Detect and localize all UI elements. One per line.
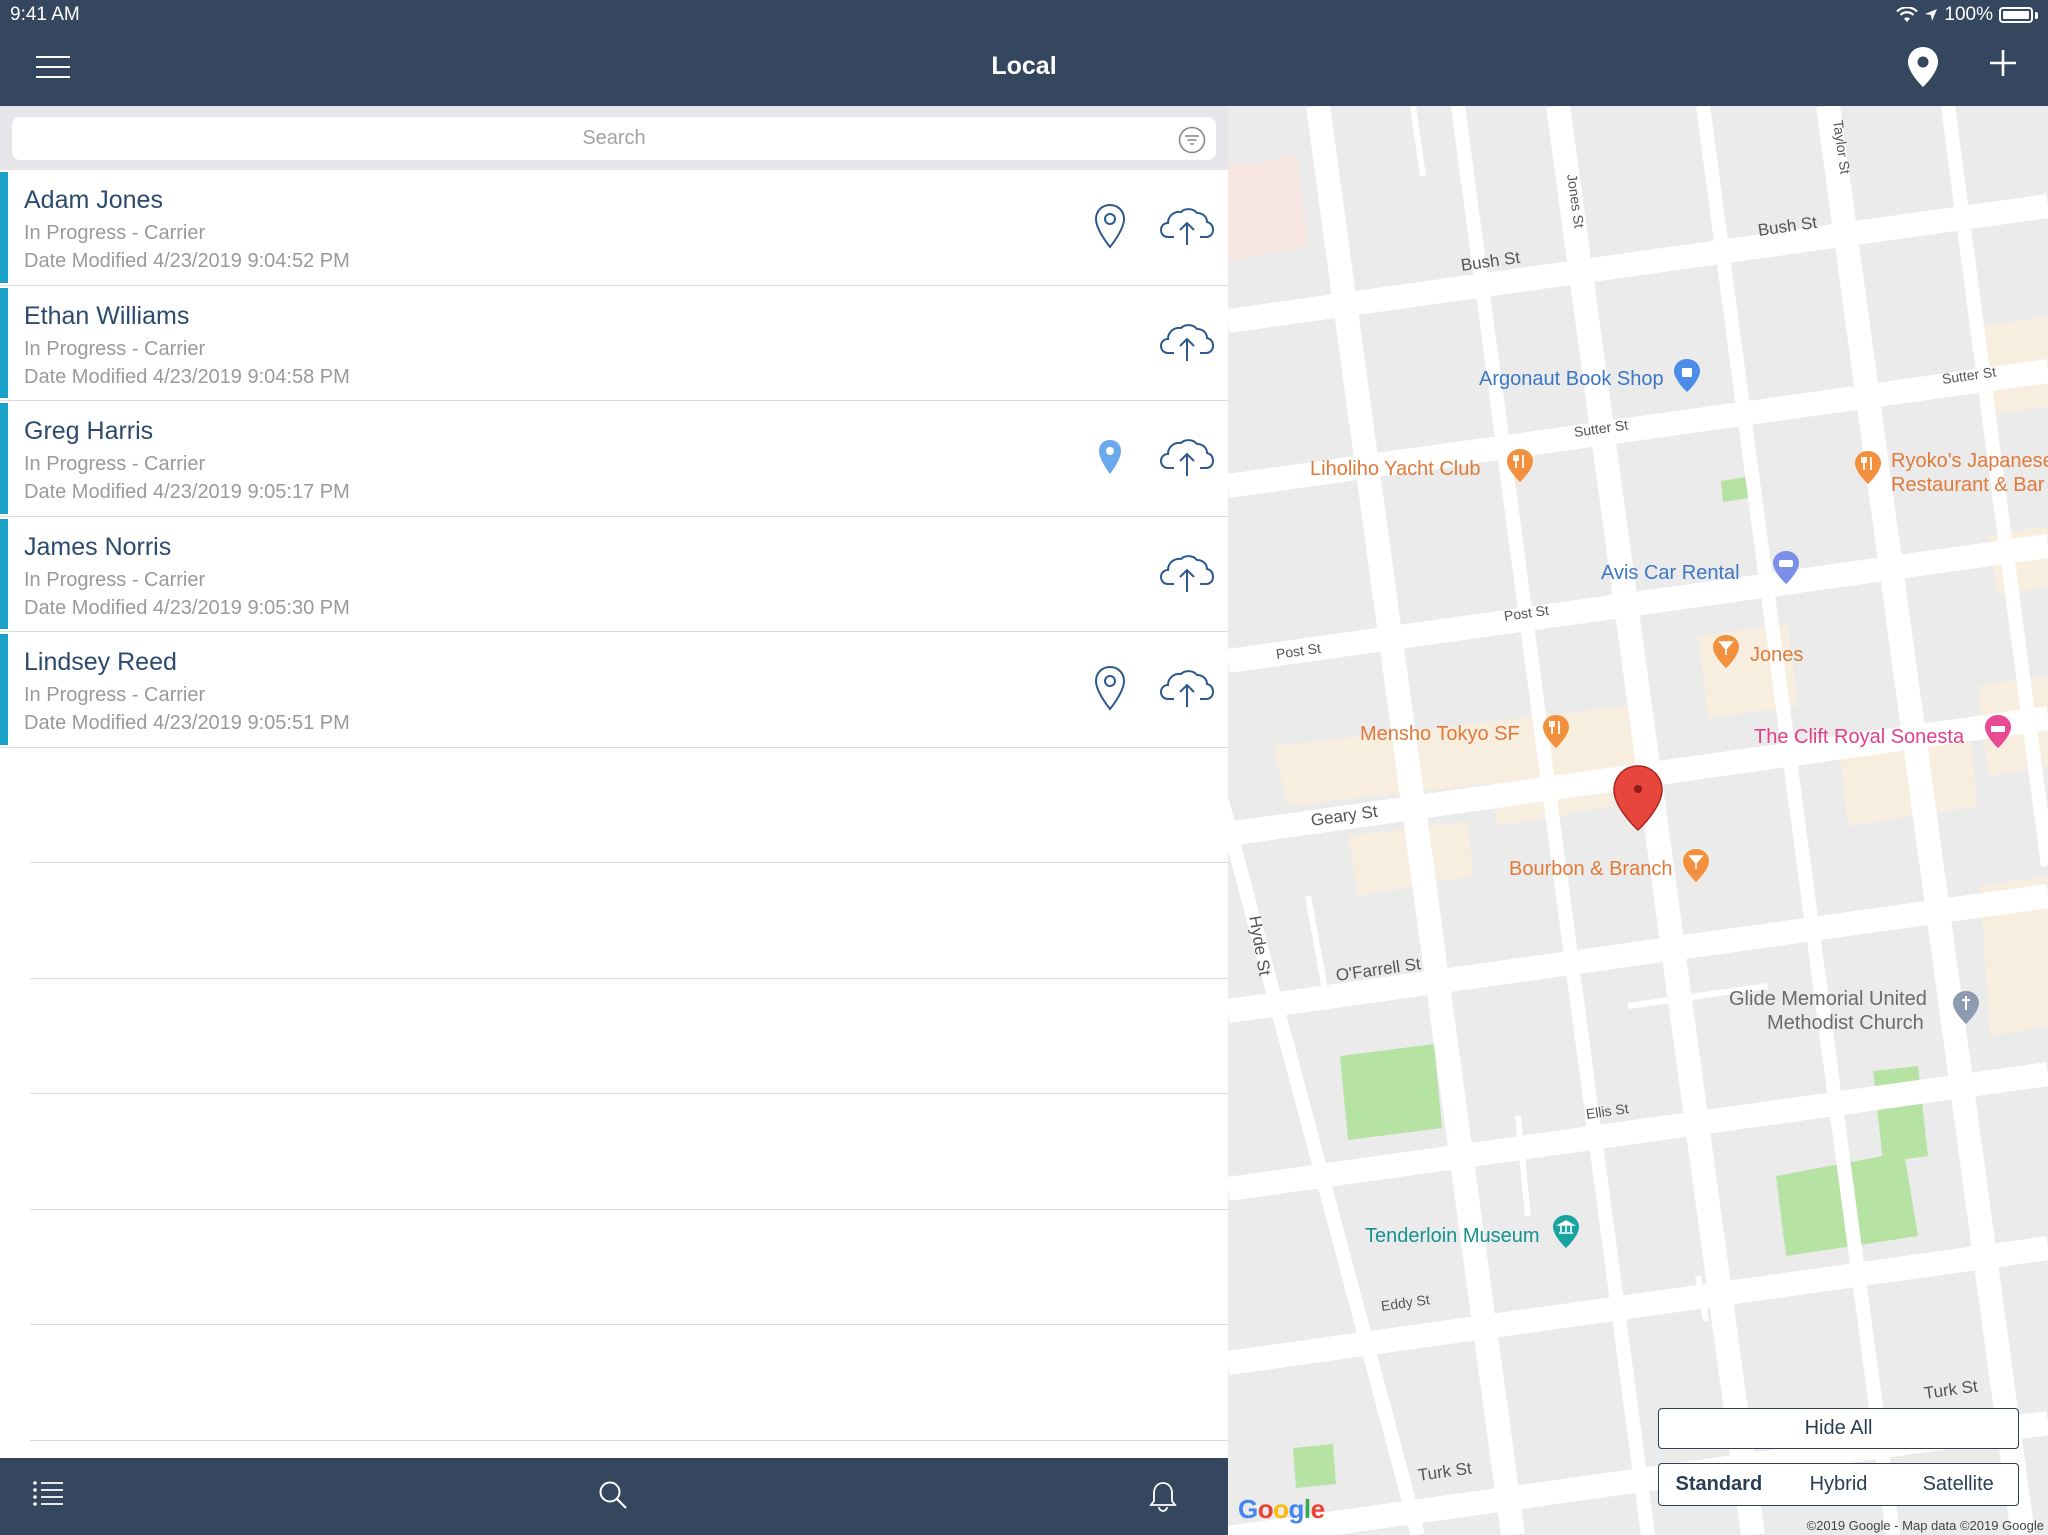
segment-satellite[interactable]: Satellite — [1898, 1464, 2018, 1505]
record-name: Ethan Williams — [24, 301, 190, 330]
restaurant-icon — [1855, 451, 1881, 484]
poi-the-clift-royal-sonesta[interactable]: The Clift Royal Sonesta — [1754, 726, 1964, 749]
record-name: Adam Jones — [24, 186, 163, 214]
status-accent-bar — [0, 518, 8, 629]
poi-jones[interactable]: Jones — [1750, 644, 1803, 667]
battery-percent: 100% — [1944, 4, 1993, 25]
poi-avis-car-rental[interactable]: Avis Car Rental — [1601, 562, 1740, 585]
hide-all-button[interactable]: Hide All — [1658, 1408, 2019, 1449]
poi-glide-line-1[interactable]: Glide Memorial United — [1729, 988, 1927, 1011]
search-field — [12, 117, 1216, 160]
location-pin-outline-icon[interactable] — [1094, 665, 1126, 716]
segment-hybrid[interactable]: Hybrid — [1779, 1464, 1899, 1505]
status-accent-bar — [0, 634, 8, 745]
empty-list-row — [30, 1325, 1228, 1441]
google-logo: Google — [1238, 1494, 1325, 1524]
cloud-upload-icon[interactable] — [1159, 323, 1215, 368]
poi-argonaut-book-shop[interactable]: Argonaut Book Shop — [1479, 368, 1664, 391]
poi-tenderloin-museum[interactable]: Tenderloin Museum — [1365, 1225, 1540, 1248]
shopping-bag-icon — [1674, 359, 1700, 392]
record-date-modified: Date Modified 4/23/2019 9:05:51 PM — [24, 712, 350, 734]
location-pin-outline-icon[interactable] — [1094, 203, 1126, 254]
list-item[interactable]: Ethan Williams In Progress - Carrier Date … — [0, 286, 1228, 401]
empty-list-row — [30, 979, 1228, 1094]
poi-mensho-tokyo-sf[interactable]: Mensho Tokyo SF — [1360, 723, 1520, 746]
cloud-upload-icon[interactable] — [1159, 207, 1215, 252]
list-item[interactable]: Greg Harris In Progress - Carrier Date Mod… — [0, 401, 1228, 517]
map-type-segmented-control: Standard Hybrid Satellite — [1658, 1463, 2019, 1506]
list-icon — [33, 1481, 63, 1506]
poi-glide-line-2[interactable]: Methodist Church — [1767, 1012, 1924, 1035]
status-accent-bar — [0, 287, 8, 398]
page-title: Local — [991, 52, 1057, 80]
record-status: In Progress - Carrier — [24, 337, 206, 360]
search-input[interactable] — [12, 117, 1216, 160]
cloud-upload-icon[interactable] — [1159, 438, 1215, 483]
bottom-tab-bar — [0, 1458, 1228, 1535]
app-root: 9:41 AM 100% Local Adam JonesIn Progr — [0, 0, 2048, 1535]
wifi-icon — [1896, 7, 1919, 22]
record-name: Greg Harris — [24, 417, 154, 445]
cloud-upload-icon[interactable] — [1159, 554, 1215, 599]
status-time: 9:41 AM — [10, 4, 80, 25]
status-accent-bar — [0, 172, 8, 283]
empty-list-row — [30, 863, 1228, 979]
navigation-bar: 9:41 AM 100% Local — [0, 0, 2048, 106]
church-icon — [1953, 991, 1979, 1024]
record-status: In Progress - Carrier — [24, 568, 206, 591]
record-name: James Norris — [24, 532, 172, 561]
list-item[interactable]: James Norris In Progress - Carrier Date Mo… — [0, 517, 1228, 632]
tab-notifications[interactable] — [1148, 1480, 1178, 1517]
records-panel: Adam Jones In Progress - Carrier Date Modi… — [0, 106, 1228, 1535]
map-pin-icon — [1908, 47, 1938, 87]
empty-list-row — [30, 1210, 1228, 1325]
plus-icon — [1990, 50, 2016, 76]
map-copyright: ©2019 Google - Map data ©2019 Google — [1806, 1518, 2044, 1533]
filter-icon[interactable] — [1178, 126, 1206, 154]
hotel-icon — [1985, 715, 2011, 748]
tab-search[interactable] — [598, 1480, 628, 1515]
record-date-modified: Date Modified 4/23/2019 9:04:52 PM — [24, 250, 350, 272]
status-accent-bar — [0, 403, 8, 514]
record-date-modified: Date Modified 4/23/2019 9:05:17 PM — [24, 481, 350, 503]
record-name: Lindsey Reed — [24, 648, 177, 676]
record-date-modified: Date Modified 4/23/2019 9:04:58 PM — [24, 365, 350, 388]
status-indicators: 100% — [1896, 4, 2038, 26]
add-button[interactable] — [1988, 48, 2018, 83]
map-pin-button[interactable] — [1906, 46, 1940, 93]
poi-ryokos-line-2[interactable]: Restaurant & Bar — [1891, 474, 2044, 497]
list-item[interactable]: Lindsey Reed In Progress - Carrier Date Mo… — [0, 632, 1228, 748]
records-list: Adam Jones In Progress - Carrier Date Modi… — [0, 170, 1228, 1441]
bell-icon — [1149, 1482, 1177, 1512]
record-status: In Progress - Carrier — [24, 453, 206, 475]
search-bar — [0, 106, 1228, 170]
location-arrow-icon — [1925, 9, 1938, 21]
record-date-modified: Date Modified 4/23/2019 9:05:30 PM — [24, 596, 350, 619]
poi-bourbon-and-branch[interactable]: Bourbon & Branch — [1509, 858, 1672, 881]
empty-list-row — [30, 748, 1228, 863]
poi-ryokos-line-1[interactable]: Ryoko's Japanese — [1891, 450, 2048, 473]
empty-list-row — [30, 1094, 1228, 1210]
car-rental-icon — [1773, 551, 1799, 584]
cloud-upload-icon[interactable] — [1159, 669, 1215, 714]
museum-icon — [1553, 1215, 1579, 1248]
battery-tip — [2035, 11, 2038, 19]
segment-standard[interactable]: Standard — [1659, 1464, 1779, 1505]
record-status: In Progress - Carrier — [24, 222, 206, 244]
search-icon — [599, 1481, 627, 1509]
record-status: In Progress - Carrier — [24, 684, 206, 706]
poi-liholiho-yacht-club[interactable]: Liholiho Yacht Club — [1310, 458, 1481, 481]
bar-icon — [1713, 635, 1739, 668]
bar-icon — [1683, 849, 1709, 882]
restaurant-icon — [1543, 715, 1569, 748]
map-view[interactable]: Bush St Bush St Sutter St Sutter St Post… — [1228, 106, 2048, 1535]
restaurant-icon — [1507, 449, 1533, 482]
battery-icon — [1999, 7, 2033, 23]
tab-list[interactable] — [32, 1480, 64, 1511]
location-pin-filled-icon[interactable] — [1094, 434, 1126, 485]
list-item[interactable]: Adam Jones In Progress - Carrier Date Modi… — [0, 170, 1228, 286]
